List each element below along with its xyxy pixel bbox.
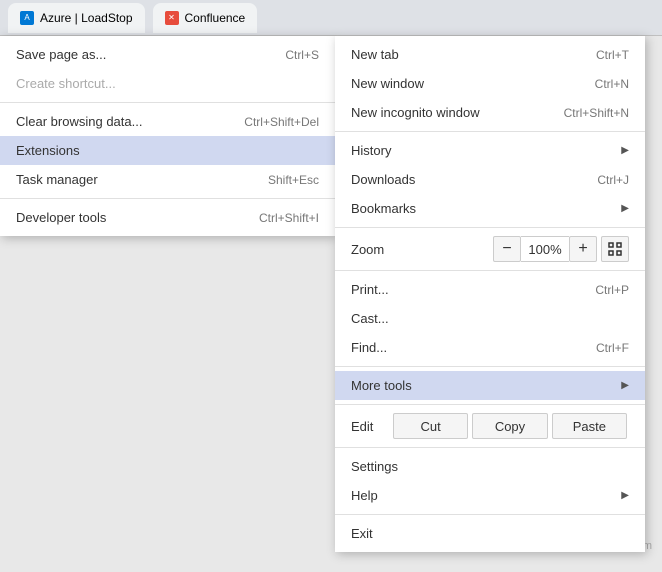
menu-item-more-tools[interactable]: More tools: [335, 371, 645, 400]
secondary-divider-7: [335, 514, 645, 515]
secondary-divider-2: [335, 227, 645, 228]
menu-item-find[interactable]: Find... Ctrl+F: [335, 333, 645, 362]
secondary-divider-3: [335, 270, 645, 271]
zoom-controls: − 100% +: [493, 236, 629, 262]
downloads-shortcut: Ctrl+J: [597, 173, 629, 187]
print-label: Print...: [351, 282, 575, 297]
save-page-as-label: Save page as...: [16, 47, 265, 62]
cut-button[interactable]: Cut: [393, 413, 468, 439]
new-tab-label: New tab: [351, 47, 576, 62]
confluence-favicon: ✕: [165, 11, 179, 25]
secondary-context-menu: New tab Ctrl+T New window Ctrl+N New inc…: [335, 36, 645, 552]
clear-browsing-data-label: Clear browsing data...: [16, 114, 224, 129]
copy-button[interactable]: Copy: [472, 413, 547, 439]
zoom-plus-button[interactable]: +: [569, 236, 597, 262]
find-label: Find...: [351, 340, 576, 355]
task-manager-label: Task manager: [16, 172, 248, 187]
zoom-minus-button[interactable]: −: [493, 236, 521, 262]
menu-item-new-tab[interactable]: New tab Ctrl+T: [335, 40, 645, 69]
menu-item-developer-tools[interactable]: Developer tools Ctrl+Shift+I: [0, 203, 335, 232]
secondary-divider-5: [335, 404, 645, 405]
create-shortcut-label: Create shortcut...: [16, 76, 319, 91]
tab-azure-label: Azure | LoadStop: [40, 11, 133, 25]
zoom-value-display: 100%: [521, 236, 569, 262]
task-manager-shortcut: Shift+Esc: [268, 173, 319, 187]
primary-divider-1: [0, 102, 335, 103]
secondary-divider-4: [335, 366, 645, 367]
browser-tab-bar: A Azure | LoadStop ✕ Confluence: [0, 0, 662, 36]
history-label: History: [351, 143, 621, 158]
tab-azure-loadstop[interactable]: A Azure | LoadStop: [8, 3, 145, 33]
developer-tools-label: Developer tools: [16, 210, 239, 225]
menu-item-save-page-as[interactable]: Save page as... Ctrl+S: [0, 40, 335, 69]
secondary-divider-6: [335, 447, 645, 448]
edit-row: Edit Cut Copy Paste: [335, 409, 645, 443]
find-shortcut: Ctrl+F: [596, 341, 629, 355]
menu-item-extensions[interactable]: Extensions: [0, 136, 335, 165]
menu-item-downloads[interactable]: Downloads Ctrl+J: [335, 165, 645, 194]
tab-confluence-label: Confluence: [185, 11, 246, 25]
bookmarks-label: Bookmarks: [351, 201, 621, 216]
new-tab-shortcut: Ctrl+T: [596, 48, 629, 62]
developer-tools-shortcut: Ctrl+Shift+I: [259, 211, 319, 225]
tab-confluence[interactable]: ✕ Confluence: [153, 3, 258, 33]
more-tools-label: More tools: [351, 378, 621, 393]
menu-item-new-incognito[interactable]: New incognito window Ctrl+Shift+N: [335, 98, 645, 127]
menu-item-task-manager[interactable]: Task manager Shift+Esc: [0, 165, 335, 194]
menu-item-create-shortcut[interactable]: Create shortcut...: [0, 69, 335, 98]
downloads-label: Downloads: [351, 172, 577, 187]
primary-context-menu: Save page as... Ctrl+S Create shortcut..…: [0, 36, 335, 236]
menu-item-clear-browsing-data[interactable]: Clear browsing data... Ctrl+Shift+Del: [0, 107, 335, 136]
menu-item-print[interactable]: Print... Ctrl+P: [335, 275, 645, 304]
menu-item-bookmarks[interactable]: Bookmarks: [335, 194, 645, 223]
new-window-shortcut: Ctrl+N: [595, 77, 629, 91]
zoom-fullscreen-button[interactable]: [601, 236, 629, 262]
new-incognito-label: New incognito window: [351, 105, 544, 120]
new-incognito-shortcut: Ctrl+Shift+N: [564, 106, 629, 120]
paste-button[interactable]: Paste: [552, 413, 627, 439]
settings-label: Settings: [351, 459, 629, 474]
azure-favicon: A: [20, 11, 34, 25]
zoom-label: Zoom: [351, 242, 493, 257]
content-area: Save page as... Ctrl+S Create shortcut..…: [0, 36, 662, 572]
new-window-label: New window: [351, 76, 575, 91]
print-shortcut: Ctrl+P: [595, 283, 629, 297]
menu-item-new-window[interactable]: New window Ctrl+N: [335, 69, 645, 98]
clear-browsing-data-shortcut: Ctrl+Shift+Del: [244, 115, 319, 129]
secondary-divider-1: [335, 131, 645, 132]
menu-item-settings[interactable]: Settings: [335, 452, 645, 481]
menu-item-cast[interactable]: Cast...: [335, 304, 645, 333]
menu-item-history[interactable]: History: [335, 136, 645, 165]
zoom-row: Zoom − 100% +: [335, 232, 645, 266]
cast-label: Cast...: [351, 311, 629, 326]
menu-item-exit[interactable]: Exit: [335, 519, 645, 548]
primary-divider-2: [0, 198, 335, 199]
extensions-label: Extensions: [16, 143, 319, 158]
menu-item-help[interactable]: Help: [335, 481, 645, 510]
exit-label: Exit: [351, 526, 629, 541]
help-label: Help: [351, 488, 621, 503]
edit-label: Edit: [351, 419, 391, 434]
save-page-as-shortcut: Ctrl+S: [285, 48, 319, 62]
